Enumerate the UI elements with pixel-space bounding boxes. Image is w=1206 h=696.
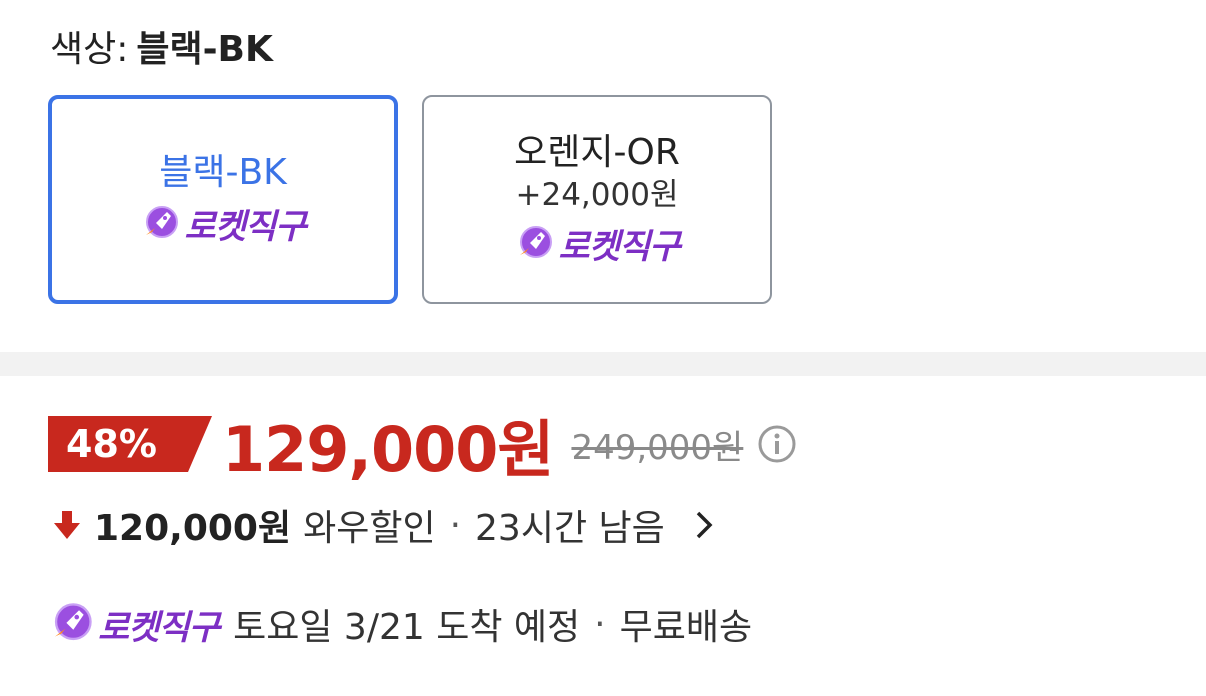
chevron-right-icon[interactable] — [693, 509, 715, 541]
option-name: 블랙-BK — [159, 152, 287, 193]
rocket-icon — [520, 225, 553, 258]
wow-discount-row[interactable]: 120,000원 와우할인 · 23시간 남음 — [52, 500, 715, 550]
info-icon[interactable] — [757, 424, 797, 464]
color-option-title: 색상: 블랙-BK — [50, 20, 273, 72]
option-name: 오렌지-OR — [514, 132, 680, 173]
section-divider — [0, 352, 1206, 376]
time-remaining: 23시간 남음 — [475, 508, 665, 549]
separator: · — [594, 603, 606, 645]
discount-badge: 48% — [48, 416, 212, 472]
selected-color: 블랙-BK — [136, 29, 273, 70]
original-price: 249,000원 — [571, 427, 744, 468]
wow-price: 120,000원 — [94, 508, 292, 549]
free-shipping: 무료배송 — [619, 607, 753, 648]
wow-label: 와우할인 — [303, 508, 436, 549]
sale-price: 129,000원 — [222, 413, 554, 486]
rocket-label: 로켓직구 — [98, 607, 220, 648]
rocket-label: 로켓직구 — [184, 207, 306, 247]
shipping-row: 로켓직구 토요일 3/21 도착 예정 · 무료배송 — [48, 598, 752, 650]
rocket-icon — [146, 205, 179, 238]
option-orange[interactable]: 오렌지-OR +24,000원 로켓직구 — [422, 95, 772, 304]
discount-rate: 48% — [66, 422, 157, 466]
rocket-icon — [54, 603, 92, 641]
option-extra-price: +24,000원 — [515, 177, 679, 213]
color-label: 색상: — [50, 29, 129, 70]
down-arrow-icon — [54, 511, 80, 539]
option-black[interactable]: 블랙-BK 로켓직구 — [48, 95, 398, 304]
rocket-badge: 로켓직구 — [514, 219, 681, 268]
rocket-label: 로켓직구 — [558, 227, 680, 267]
arrival-date: 토요일 3/21 도착 예정 — [233, 607, 581, 648]
separator: · — [449, 504, 462, 546]
price-row: 48% 129,000원 249,000원 — [48, 408, 797, 486]
rocket-badge: 로켓직구 — [140, 199, 307, 248]
